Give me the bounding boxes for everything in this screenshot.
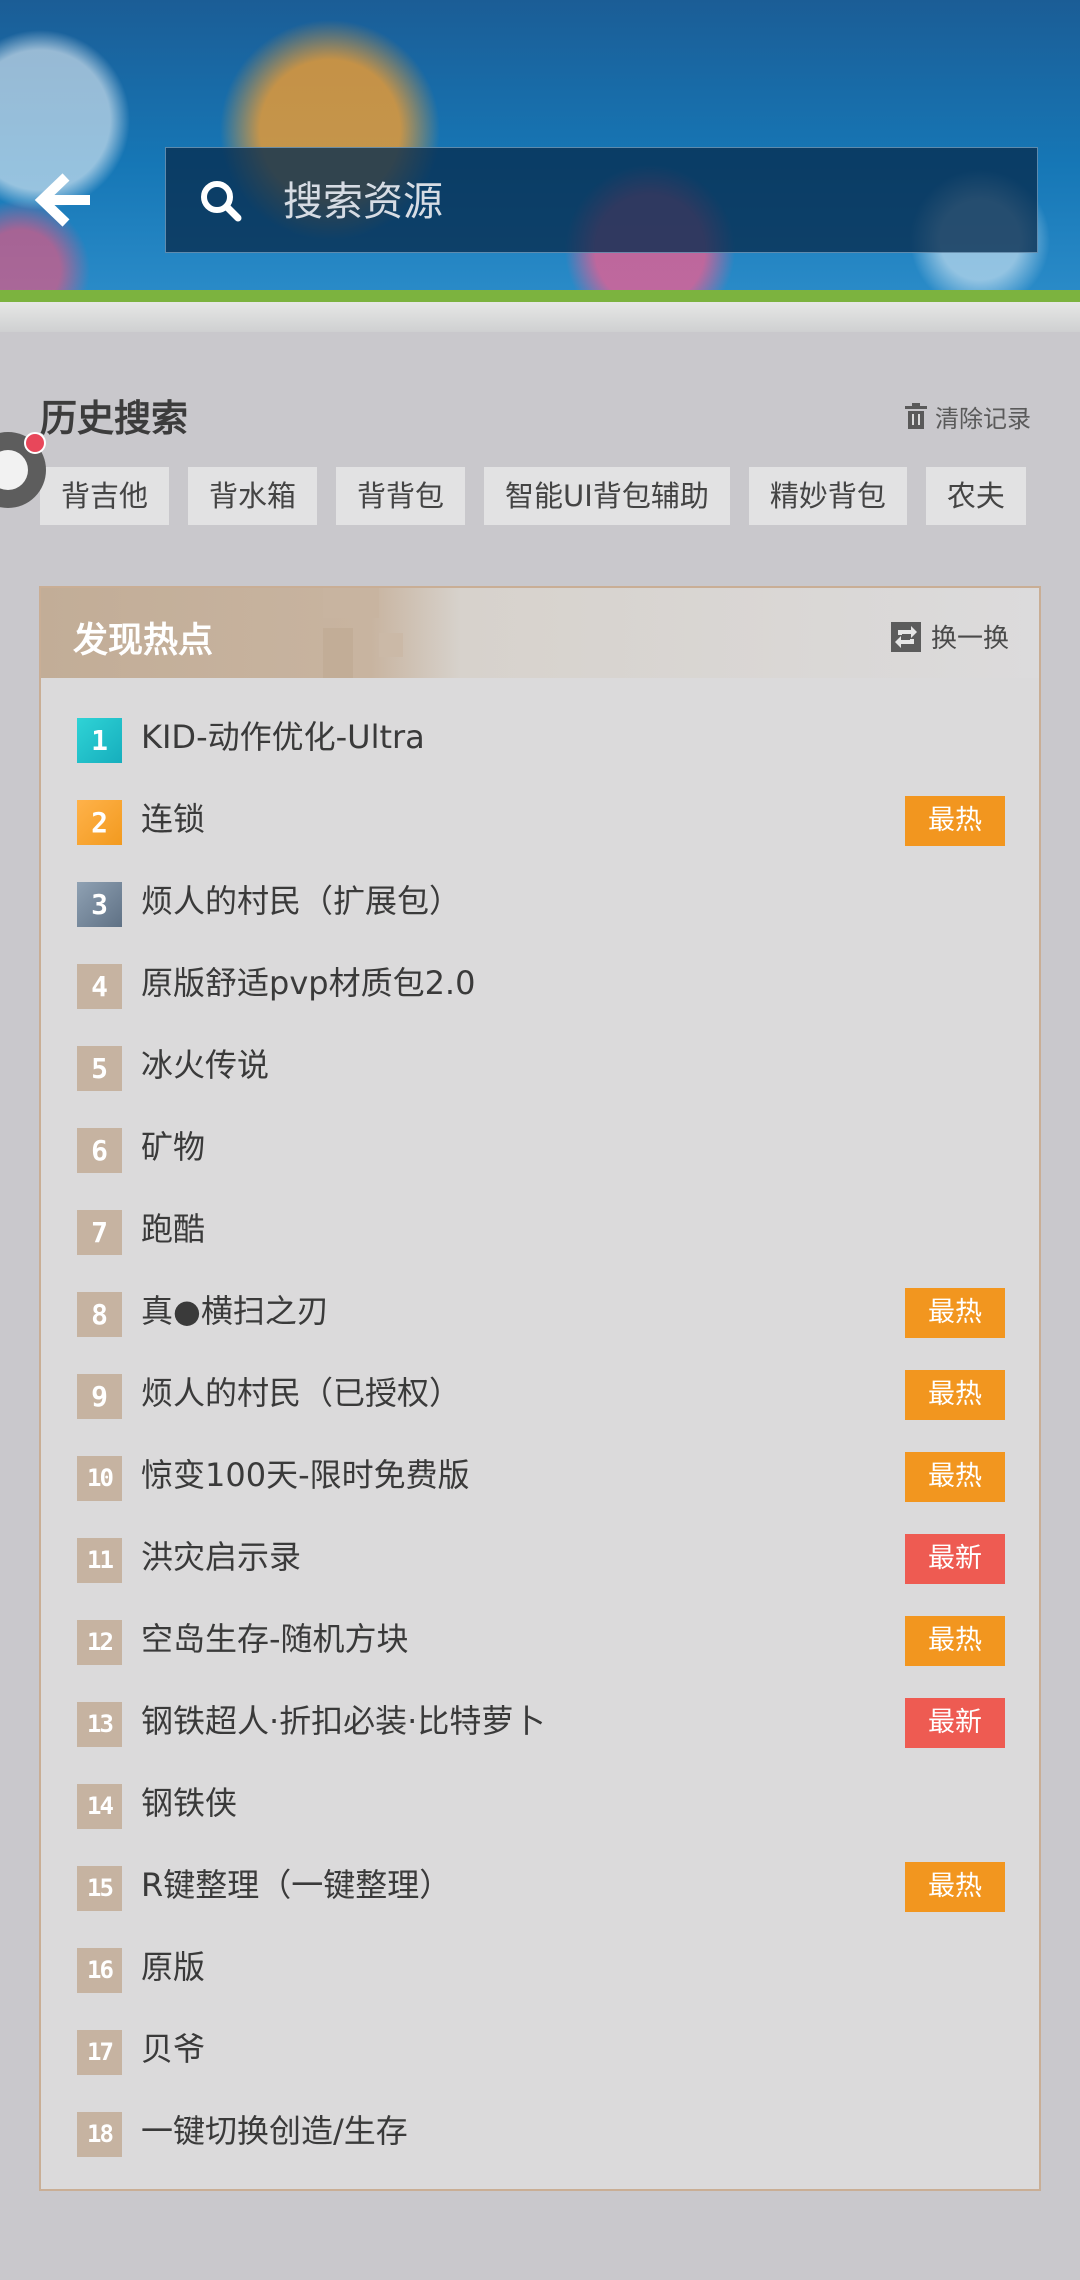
hot-item[interactable]: 12 空岛生存-随机方块 最热: [41, 1600, 1039, 1682]
rank-badge: 8: [77, 1292, 122, 1337]
hot-item[interactable]: 3 烦人的村民（扩展包）: [41, 862, 1039, 944]
hot-item[interactable]: 6 矿物: [41, 1108, 1039, 1190]
hot-item-title: 原版舒适pvp材质包2.0: [141, 964, 476, 1002]
clear-history-label: 清除记录: [935, 404, 1031, 433]
hot-topics-title: 发现热点: [73, 621, 214, 661]
hot-item-title: R键整理（一键整理）: [141, 1866, 452, 1904]
rank-badge: 10: [77, 1456, 122, 1501]
newest-badge: 最新: [905, 1534, 1005, 1584]
rank-badge: 15: [77, 1866, 122, 1911]
history-tag[interactable]: 背吉他: [40, 467, 170, 525]
rank-badge: 3: [77, 882, 122, 927]
hot-item[interactable]: 13 钢铁超人·折扣必装·比特萝卜 最新: [41, 1682, 1039, 1764]
rank-badge: 7: [77, 1210, 122, 1255]
hot-item-title: 钢铁侠: [141, 1784, 238, 1822]
hot-item-title: 矿物: [141, 1128, 206, 1166]
rank-badge: 4: [77, 964, 122, 1009]
hottest-badge: 最热: [905, 1370, 1005, 1420]
hot-item[interactable]: 4 原版舒适pvp材质包2.0: [41, 944, 1039, 1026]
hot-item-title: 烦人的村民（扩展包）: [141, 882, 462, 920]
rank-badge: 9: [77, 1374, 122, 1419]
hot-item-title: 烦人的村民（已授权）: [141, 1374, 462, 1412]
refresh-button[interactable]: 换一换: [891, 618, 1009, 655]
rank-badge: 2: [77, 800, 122, 845]
newest-badge: 最新: [905, 1698, 1005, 1748]
notification-dot: [24, 432, 46, 454]
header-divider: [0, 290, 1080, 302]
back-button[interactable]: [30, 165, 110, 235]
hot-item-title: 洪灾启示录: [141, 1538, 302, 1576]
search-bar[interactable]: [165, 147, 1038, 253]
hottest-badge: 最热: [905, 1452, 1005, 1502]
rank-badge: 6: [77, 1128, 122, 1173]
hot-item[interactable]: 16 原版: [41, 1928, 1039, 2010]
header-decoration: [323, 588, 379, 618]
rank-badge: 16: [77, 1948, 122, 1993]
refresh-icon: [891, 621, 921, 652]
hot-item[interactable]: 15 R键整理（一键整理） 最热: [41, 1846, 1039, 1928]
hot-item-title: 钢铁超人·折扣必装·比特萝卜: [141, 1702, 546, 1740]
trash-icon: [905, 403, 927, 429]
hot-item[interactable]: 2 连锁 最热: [41, 780, 1039, 862]
hot-item[interactable]: 7 跑酷: [41, 1190, 1039, 1272]
search-icon: [201, 181, 242, 222]
hot-item[interactable]: 17 贝爷: [41, 2010, 1039, 2092]
header-shadow: [0, 302, 1080, 332]
hot-item-title: 冰火传说: [141, 1046, 270, 1084]
header-decoration: [323, 628, 353, 678]
hot-item[interactable]: 9 烦人的村民（已授权） 最热: [41, 1354, 1039, 1436]
hot-item[interactable]: 5 冰火传说: [41, 1026, 1039, 1108]
hot-item-title: 一键切换创造/生存: [141, 2112, 408, 2150]
arrow-left-icon: [34, 173, 90, 227]
header-decoration: [379, 633, 403, 657]
hot-item[interactable]: 10 惊变100天-限时免费版 最热: [41, 1436, 1039, 1518]
hot-item-title: 原版: [141, 1948, 206, 1986]
hot-item[interactable]: 11 洪灾启示录 最新: [41, 1518, 1039, 1600]
history-tag[interactable]: 智能UI背包辅助: [484, 467, 730, 525]
hot-item[interactable]: 1 KID-动作优化-Ultra: [41, 698, 1039, 780]
hot-topics-panel: 发现热点 换一换 1 KID-动作优化-Ultra 2 连锁 最热 3 烦人的村…: [39, 586, 1041, 2191]
hot-item-title: KID-动作优化-Ultra: [141, 718, 425, 756]
rank-badge: 18: [77, 2112, 122, 2157]
rank-badge: 5: [77, 1046, 122, 1091]
hot-item-title: 跑酷: [141, 1210, 206, 1248]
rank-badge: 11: [77, 1538, 122, 1583]
history-tag-list: 背吉他 背水箱 背背包 智能UI背包辅助 精妙背包 农夫: [40, 467, 1038, 527]
rank-badge: 14: [77, 1784, 122, 1829]
history-tag[interactable]: 背背包: [336, 467, 466, 525]
hot-item-title: 空岛生存-随机方块: [141, 1620, 409, 1658]
rank-badge: 13: [77, 1702, 122, 1747]
hot-item[interactable]: 18 一键切换创造/生存: [41, 2092, 1039, 2174]
hot-item-title: 连锁: [141, 800, 206, 838]
hot-item[interactable]: 14 钢铁侠: [41, 1764, 1039, 1846]
hot-item-title: 真●横扫之刃: [141, 1292, 329, 1330]
floating-ball-center: [0, 450, 28, 490]
hottest-badge: 最热: [905, 796, 1005, 846]
hottest-badge: 最热: [905, 1288, 1005, 1338]
hottest-badge: 最热: [905, 1616, 1005, 1666]
rank-badge: 12: [77, 1620, 122, 1665]
hot-item[interactable]: 8 真●横扫之刃 最热: [41, 1272, 1039, 1354]
history-tag[interactable]: 精妙背包: [748, 467, 907, 525]
history-tag[interactable]: 农夫: [925, 467, 1026, 525]
hot-item-title: 贝爷: [141, 2030, 206, 2068]
refresh-label: 换一换: [931, 624, 1010, 654]
hot-item-title: 惊变100天-限时免费版: [141, 1456, 470, 1494]
hot-topics-header: 发现热点 换一换: [41, 588, 1039, 678]
hottest-badge: 最热: [905, 1862, 1005, 1912]
rank-badge: 17: [77, 2030, 122, 2075]
rank-badge: 1: [77, 718, 122, 763]
search-input[interactable]: [281, 166, 1005, 238]
history-title: 历史搜索: [40, 397, 188, 440]
clear-history-button[interactable]: 清除记录: [905, 398, 1031, 434]
history-tag[interactable]: 背水箱: [188, 467, 318, 525]
